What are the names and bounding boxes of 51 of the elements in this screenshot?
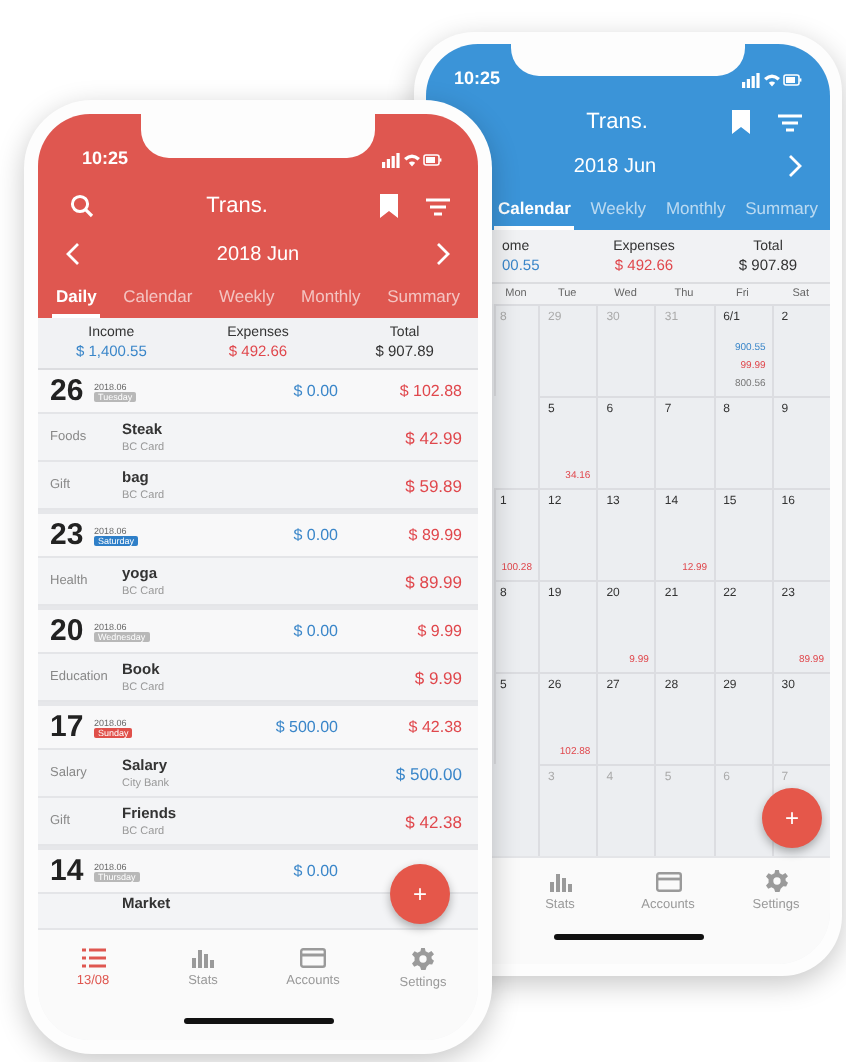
day-number: 26 <box>50 374 86 408</box>
view-tab[interactable]: Monthly <box>297 278 365 318</box>
item-amount: $ 9.99 <box>414 667 462 687</box>
bar-chart-icon <box>549 871 571 891</box>
bar-chart-icon <box>192 948 214 968</box>
view-tab[interactable]: Summary <box>741 188 822 230</box>
status-time: 10:25 <box>82 148 129 168</box>
month-label: 2018 Jun <box>571 155 659 177</box>
day-number: 17 <box>50 710 86 744</box>
bookmark-icon[interactable] <box>732 110 750 134</box>
filter-icon[interactable] <box>426 197 450 215</box>
month-label: 2018 Jun <box>214 243 302 265</box>
filter-icon[interactable] <box>778 113 802 131</box>
add-button[interactable]: + <box>390 864 450 924</box>
item-amount: $ 500.00 <box>395 763 462 783</box>
item-amount: $ 42.99 <box>405 427 462 447</box>
screen-title: Trans. <box>204 194 270 218</box>
settings-icon <box>765 870 787 892</box>
chevron-right-icon[interactable] <box>788 154 802 178</box>
status-icons <box>742 72 802 88</box>
day-expense: $ 9.99 <box>415 622 462 640</box>
settings-icon <box>412 947 434 969</box>
card-icon <box>655 871 681 891</box>
search-icon[interactable] <box>70 194 94 218</box>
screen-title: Trans. <box>584 110 650 134</box>
status-time: 10:25 <box>454 68 501 88</box>
day-income: $ 0.00 <box>291 622 338 640</box>
day-number: 23 <box>50 518 86 552</box>
item-amount: $ 89.99 <box>405 571 462 591</box>
day-expense: $ 89.99 <box>406 526 462 544</box>
view-tab[interactable]: Summary <box>383 278 464 318</box>
item-amount: $ 59.89 <box>405 475 462 495</box>
view-tab[interactable]: Weekly <box>586 188 651 230</box>
view-tab[interactable]: Monthly <box>661 188 730 230</box>
day-expense: $ 42.38 <box>406 718 462 736</box>
view-tab[interactable]: Calendar <box>119 278 197 318</box>
day-number: 14 <box>50 854 86 888</box>
view-tab[interactable]: Weekly <box>214 278 279 318</box>
bookmark-icon[interactable] <box>380 194 398 218</box>
day-income: $ 500.00 <box>273 718 338 736</box>
card-icon <box>300 948 326 968</box>
day-income: $ 0.00 <box>291 862 338 880</box>
list-icon <box>81 948 105 968</box>
day-income: $ 0.00 <box>291 382 338 400</box>
day-income: $ 0.00 <box>291 526 338 544</box>
day-expense: $ 102.88 <box>397 382 462 400</box>
item-amount: $ 42.38 <box>405 811 462 831</box>
status-icons <box>382 152 442 168</box>
chevron-right-icon[interactable] <box>436 242 450 266</box>
chevron-left-icon[interactable] <box>66 242 80 266</box>
day-number: 20 <box>50 614 86 648</box>
